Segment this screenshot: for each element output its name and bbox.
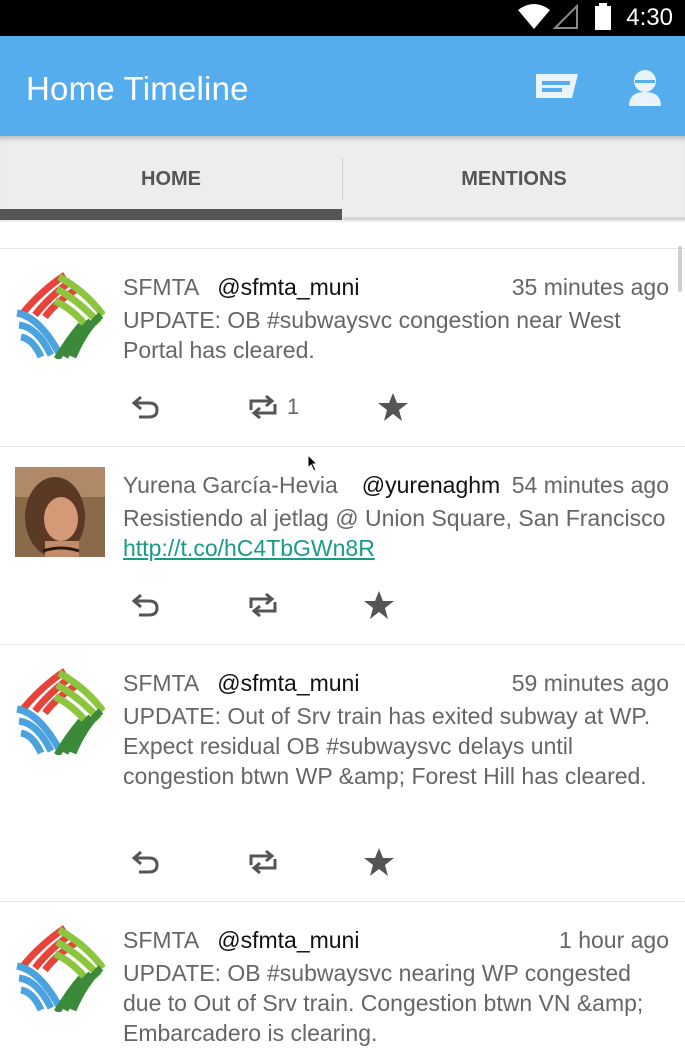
tab-selected-indicator (0, 209, 342, 220)
retweet-count: 1 (287, 394, 300, 419)
tweet-timestamp: 1 hour ago (559, 927, 669, 953)
tweet-item[interactable]: SFMTA @sfmta_muni 35 minutes ago UPDATE: … (0, 249, 685, 447)
timeline-list[interactable]: SFMTA @sfmta_muni 35 minutes ago UPDATE: … (0, 222, 685, 1055)
status-time: 4:30 (626, 4, 673, 31)
star-icon (378, 393, 408, 421)
status-bar: 4:30 (0, 0, 685, 36)
tweet-timestamp: 59 minutes ago (511, 670, 669, 696)
star-icon (364, 848, 394, 876)
retweet-icon (249, 394, 277, 420)
tweet-author-handle: @yurenaghm (361, 472, 501, 498)
tweet-link[interactable]: http://t.co/hC4TbGWn8R (123, 535, 375, 561)
tab-mentions[interactable]: MENTIONS (343, 136, 685, 222)
star-icon (364, 591, 394, 619)
tab-bar: HOME MENTIONS (0, 136, 685, 222)
tweet-author-handle: @sfmta_muni (217, 670, 360, 696)
tweet-author-name: SFMTA (123, 927, 200, 953)
wifi-icon (518, 4, 550, 29)
tweet-text: UPDATE: Out of Srv train has exited subw… (123, 701, 669, 791)
sfmta-logo-avatar (16, 272, 105, 359)
tweet-actions (123, 585, 443, 625)
retweet-button[interactable] (247, 585, 279, 625)
reply-button[interactable] (131, 585, 161, 625)
favorite-button[interactable] (363, 585, 395, 625)
tweet-header: SFMTA @sfmta_muni 59 minutes ago (123, 667, 669, 699)
reply-icon (131, 593, 159, 617)
list-top-spacer (0, 222, 685, 249)
sfmta-logo-avatar (16, 925, 105, 1012)
tweet-text-content: UPDATE: Out of Srv train has exited subw… (123, 703, 651, 789)
compose-icon[interactable] (534, 72, 580, 100)
tweet-text: Resistiendo al jetlag @ Union Square, Sa… (123, 503, 669, 563)
retweet-icon (249, 592, 277, 618)
tweet-author-name: Yurena García-Hevia (123, 472, 338, 498)
reply-button[interactable] (131, 842, 161, 882)
tweet-text-content: Resistiendo al jetlag @ Union Square, Sa… (123, 505, 666, 531)
reply-button[interactable] (131, 387, 161, 427)
tweet-timestamp: 54 minutes ago (511, 472, 669, 498)
reply-icon (131, 850, 159, 874)
tweet-author-handle: @sfmta_muni (217, 274, 360, 300)
mouse-cursor-icon (307, 454, 319, 472)
user-photo-avatar (15, 467, 105, 557)
tweet-item[interactable]: SFMTA @sfmta_muni 1 hour ago UPDATE: OB #… (0, 902, 685, 1055)
tweet-header: Yurena García-Hevia @yurenaghm 54 minutes… (123, 469, 669, 501)
tweet-text: UPDATE: OB #subwaysvc congestion near We… (123, 305, 669, 365)
reply-icon (131, 395, 159, 419)
sfmta-logo-avatar (16, 668, 105, 755)
tweet-timestamp: 35 minutes ago (511, 274, 669, 300)
retweet-button[interactable] (247, 842, 279, 882)
favorite-button[interactable] (377, 387, 409, 427)
tweet-item[interactable]: Yurena García-Hevia @yurenaghm 54 minutes… (0, 447, 685, 645)
tweet-header: SFMTA @sfmta_muni 1 hour ago (123, 924, 669, 956)
tweet-author-name: SFMTA (123, 670, 200, 696)
app-bar: Home Timeline (0, 36, 685, 136)
tweet-author-handle: @sfmta_muni (217, 927, 360, 953)
favorite-button[interactable] (363, 842, 395, 882)
tweet-text-content: UPDATE: OB #subwaysvc congestion near We… (123, 307, 621, 363)
tweet-item[interactable]: SFMTA @sfmta_muni 59 minutes ago UPDATE: … (0, 645, 685, 902)
tweet-header: SFMTA @sfmta_muni 35 minutes ago (123, 271, 669, 303)
retweet-icon (249, 849, 277, 875)
tweet-actions (123, 842, 443, 882)
profile-icon[interactable] (627, 68, 663, 108)
tweet-text-content: UPDATE: OB #subwaysvc nearing WP congest… (123, 960, 644, 1046)
page-title: Home Timeline (26, 70, 249, 107)
cell-signal-icon (553, 4, 578, 29)
scrollbar[interactable] (678, 246, 682, 292)
tweet-actions: 1 (123, 387, 443, 427)
retweet-button[interactable]: 1 (247, 387, 299, 427)
tweet-text: UPDATE: OB #subwaysvc nearing WP congest… (123, 958, 669, 1048)
tweet-author-name: SFMTA (123, 274, 200, 300)
battery-icon (595, 3, 611, 30)
tab-underline (343, 217, 685, 220)
